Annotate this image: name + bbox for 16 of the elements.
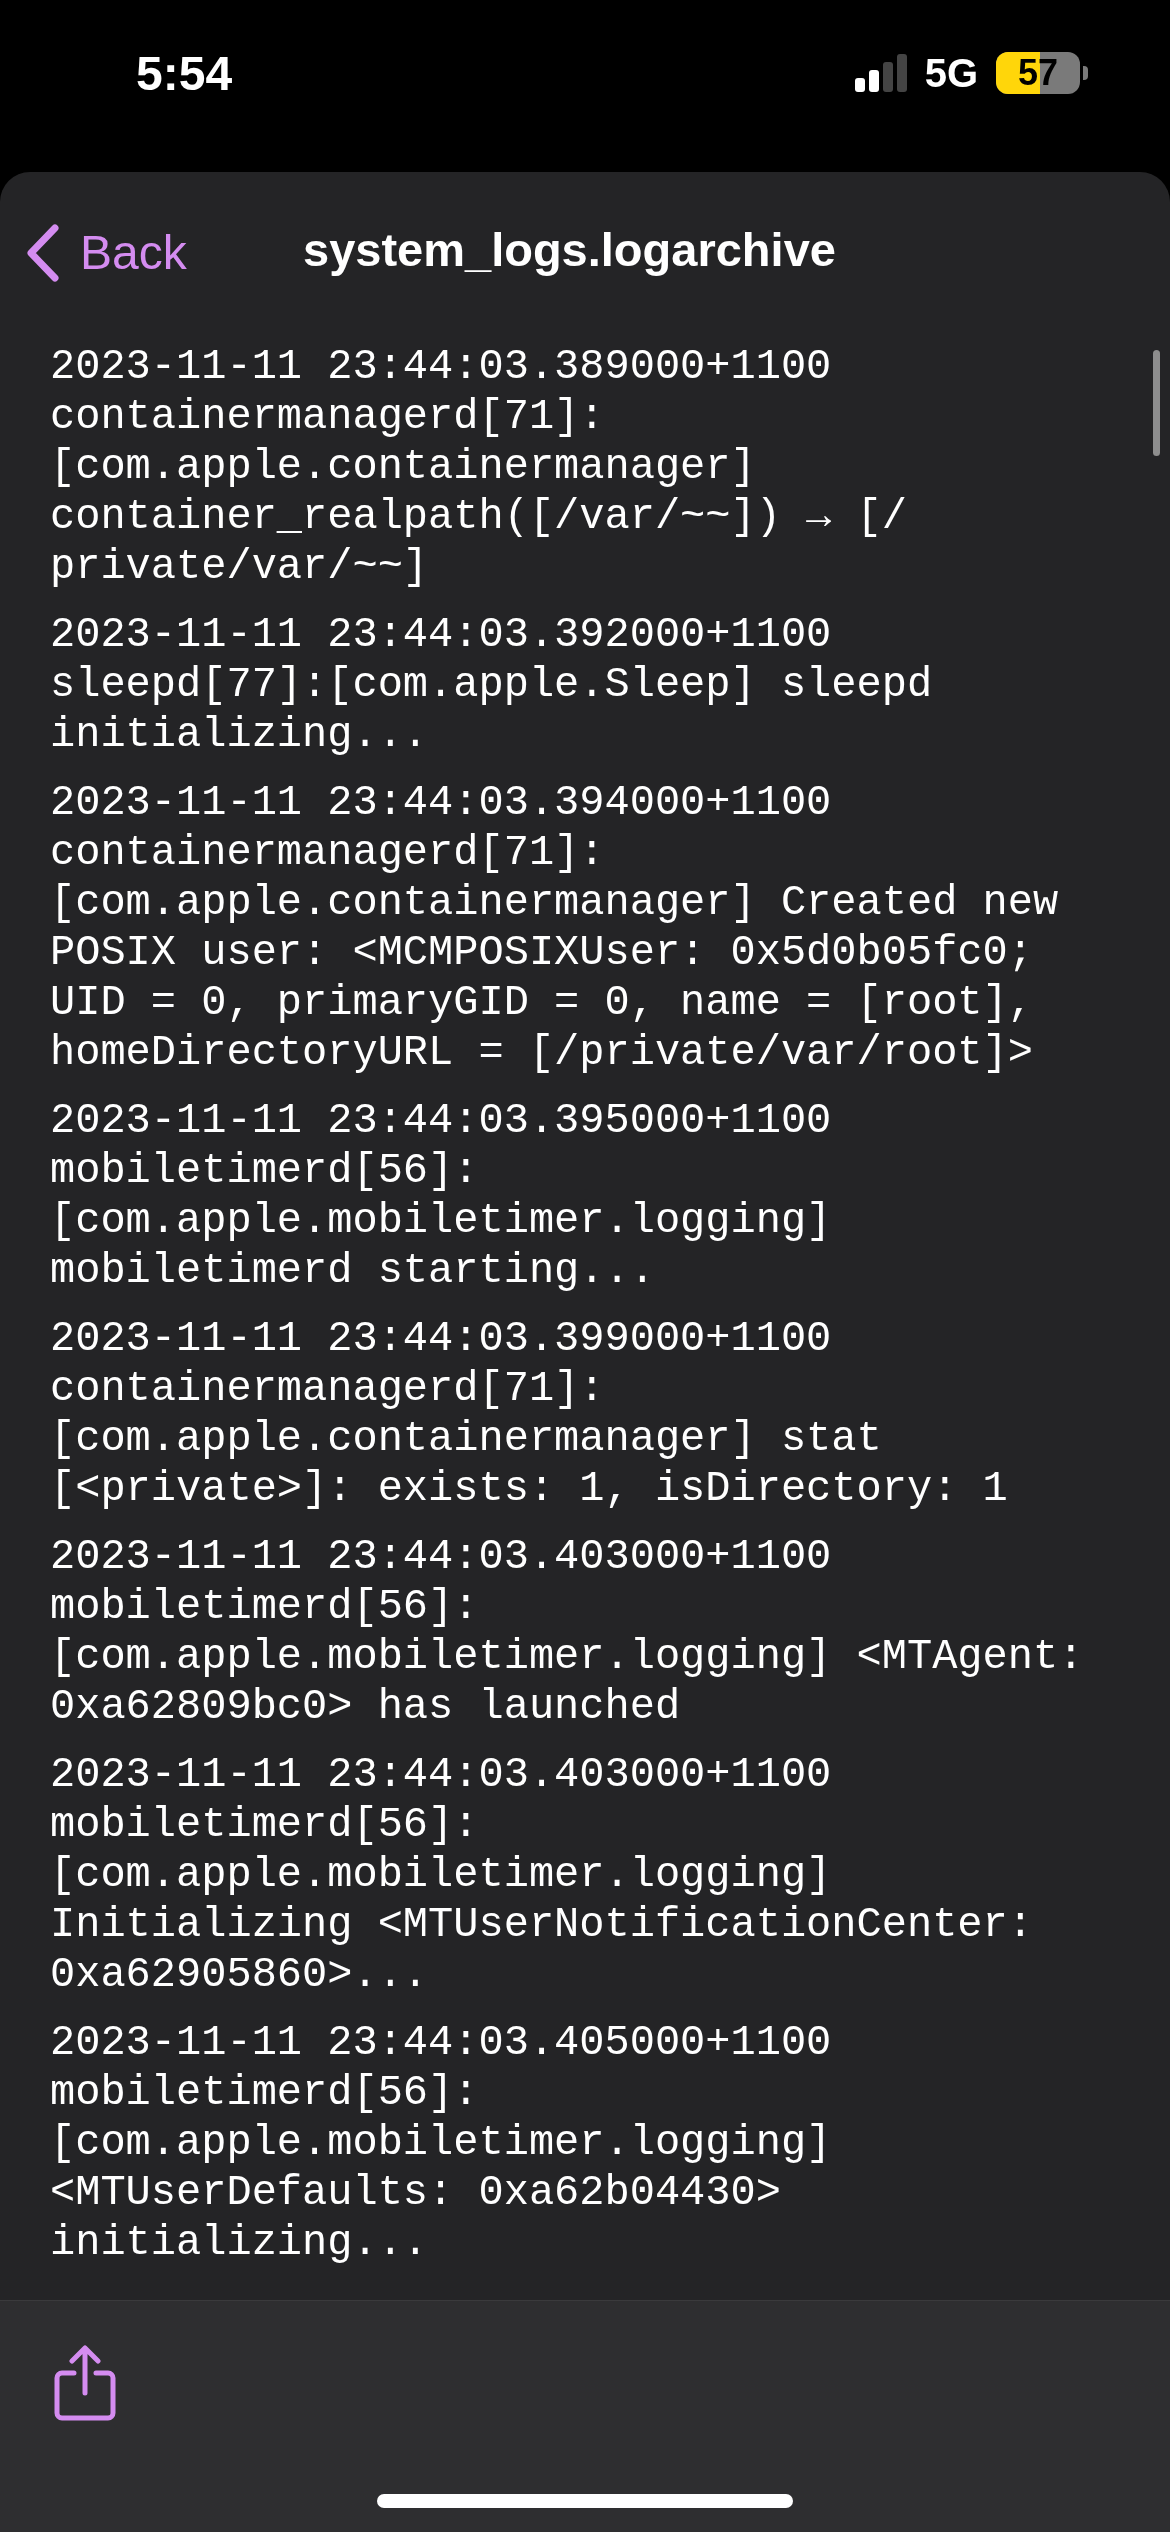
log-entry: 2023-11-11 23:44:03.395000+1100 mobiletimerd[56]: [com.apple.mobiletimer.logging] mobiletimerd starting... <box>50 1096 832 1296</box>
chevron-left-icon <box>26 224 60 282</box>
share-icon <box>54 2345 116 2421</box>
signal-icon <box>854 54 907 92</box>
log-entry: 2023-11-11 23:44:03.403000+1100 mobiletimerd[56]: [com.apple.mobiletimer.logging] <MTAgent: 0xa62809bc0> has launched <box>50 1532 1084 1732</box>
back-button[interactable]: Back <box>26 224 187 282</box>
log-entry: 2023-11-11 23:44:03.389000+1100 containermanagerd[71]: [com.apple.containermanager] container_realpath([/var/~~]) → [/ private/var/~~] <box>50 342 907 592</box>
battery-indicator: 57 <box>996 52 1088 94</box>
network-label: 5G <box>924 53 978 93</box>
share-button[interactable] <box>54 2345 116 2421</box>
log-entry: 2023-11-11 23:44:03.405000+1100 mobiletimerd[56]: [com.apple.mobiletimer.logging] <MTUserDefaults: 0xa62b04430> initializing... <box>50 2018 832 2268</box>
log-entry: 2023-11-11 23:44:03.394000+1100 containermanagerd[71]: [com.apple.containermanager] Created new POSIX user: <MCMPOSIXUser: 0x5d0b05fc0; UID = 0, primaryGID = 0, name = [root], homeDirectoryURL = [/private/var/root]> <box>50 778 1059 1078</box>
log-entry: 2023-11-11 23:44:03.399000+1100 containermanagerd[71]: [com.apple.containermanager] stat [<private>]: exists: 1, isDirectory: 1 <box>50 1314 1008 1514</box>
log-entry: 2023-11-11 23:44:03.392000+1100 sleepd[77]:[com.apple.Sleep] sleepd initializing... <box>50 610 933 760</box>
status-time: 5:54 <box>136 50 233 98</box>
log-entry: 2023-11-11 23:44:03.403000+1100 mobiletimerd[56]: [com.apple.mobiletimer.logging] Initializing <MTUserNotificationCenter: 0xa62905860>... <box>50 1750 1033 2000</box>
